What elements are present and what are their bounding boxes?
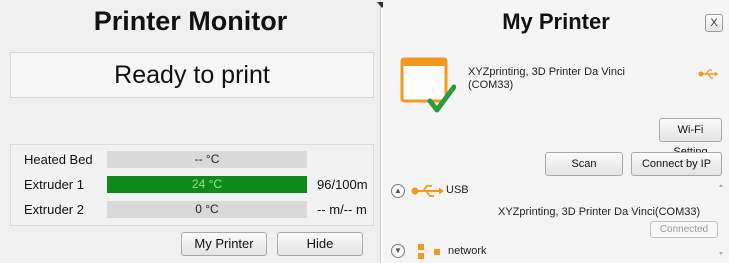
extruder-2-row: Extruder 2 0 °C -- m/-- m xyxy=(11,198,375,222)
usb-icon xyxy=(698,69,718,79)
scroll-down-icon[interactable] xyxy=(719,252,723,255)
hide-button[interactable]: Hide xyxy=(277,232,363,256)
heated-bed-label: Heated Bed xyxy=(24,152,93,167)
connect-by-ip-button[interactable]: Connect by IP xyxy=(631,152,722,176)
printer-icon xyxy=(400,57,456,113)
network-expand-toggle[interactable]: ▼ xyxy=(391,244,405,258)
usb-collapse-toggle[interactable]: ▲ xyxy=(391,184,405,198)
heated-bed-temp: -- °C xyxy=(194,152,220,166)
close-button[interactable]: X xyxy=(705,14,723,32)
extruder-1-filament: 96/100m xyxy=(317,177,368,192)
printer-name: XYZprinting, 3D Printer Da Vinci (COM33) xyxy=(468,66,625,91)
chevron-down-icon: ▼ xyxy=(394,246,402,255)
readings-panel: Heated Bed -- °C Extruder 1 24 °C 96/100… xyxy=(10,144,374,226)
extruder-2-bar: 0 °C xyxy=(107,201,307,218)
extruder-1-bar: 24 °C xyxy=(107,176,307,193)
monitor-title: Printer Monitor xyxy=(93,6,288,36)
extruder-2-filament: -- m/-- m xyxy=(317,202,367,217)
chevron-up-icon: ▲ xyxy=(394,186,402,195)
my-printer-button[interactable]: My Printer xyxy=(181,232,267,256)
usb-icon xyxy=(411,185,444,197)
printer-monitor-panel: Printer Monitor Ready to print Heated Be… xyxy=(0,0,381,263)
connected-status-button: Connected xyxy=(650,221,718,238)
wifi-setting-button[interactable]: Wi-Fi Setting xyxy=(659,118,722,158)
usb-section-label: USB xyxy=(446,184,469,196)
scan-button[interactable]: Scan xyxy=(545,152,623,176)
scroll-up-icon[interactable] xyxy=(719,184,723,187)
network-section-label: network xyxy=(448,245,487,257)
extruder-1-row: Extruder 1 24 °C 96/100m xyxy=(11,173,375,197)
usb-device-name[interactable]: XYZprinting, 3D Printer Da Vinci(COM33) xyxy=(498,206,700,218)
extruder-1-temp: 24 °C xyxy=(191,177,223,191)
extruder-2-temp: 0 °C xyxy=(195,202,219,216)
printer-status: Ready to print xyxy=(10,52,374,98)
my-printer-panel: My Printer X XYZprinting, 3D Printer Da … xyxy=(383,0,729,263)
heated-bed-row: Heated Bed -- °C xyxy=(11,148,375,172)
my-printer-title: My Printer xyxy=(502,9,610,34)
extruder-1-label: Extruder 1 xyxy=(24,177,84,192)
heated-bed-bar: -- °C xyxy=(107,151,307,168)
network-icon xyxy=(418,244,440,259)
extruder-2-label: Extruder 2 xyxy=(24,202,84,217)
